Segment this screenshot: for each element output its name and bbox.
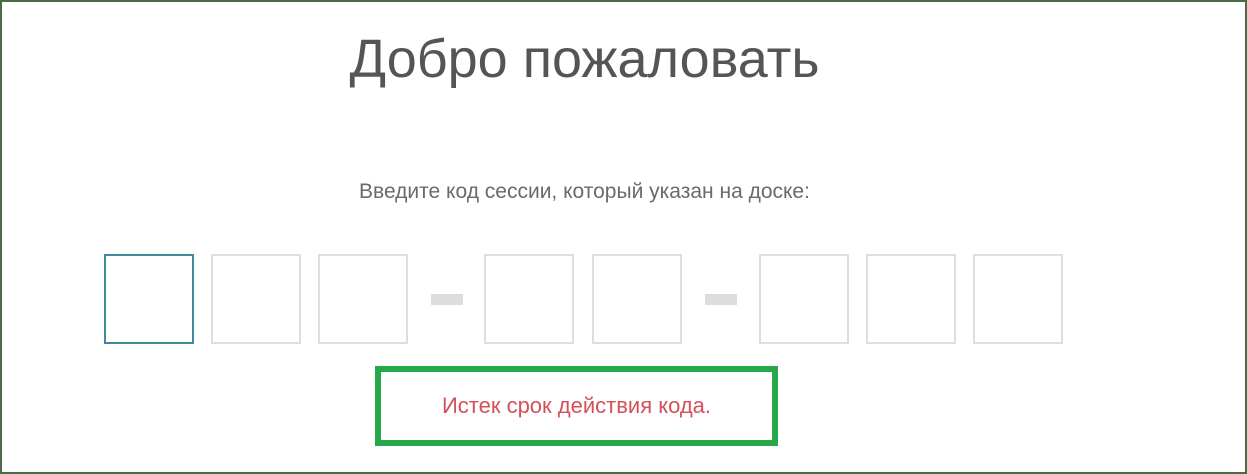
code-digit-7[interactable] <box>866 254 956 344</box>
code-digit-1[interactable] <box>104 254 194 344</box>
page-frame: Добро пожаловать Введите код сессии, кот… <box>0 0 1247 474</box>
code-separator-2 <box>705 294 737 305</box>
page-title: Добро пожаловать <box>349 29 820 89</box>
code-digit-3[interactable] <box>318 254 408 344</box>
code-digit-4[interactable] <box>484 254 574 344</box>
error-message: Истек срок действия кода. <box>441 393 712 418</box>
code-digit-6[interactable] <box>759 254 849 344</box>
code-digit-8[interactable] <box>973 254 1063 344</box>
session-code-prompt: Введите код сессии, который указан на до… <box>359 180 810 203</box>
error-highlight-box: Истек срок действия кода. <box>375 366 778 446</box>
code-digit-2[interactable] <box>211 254 301 344</box>
code-digit-5[interactable] <box>592 254 682 344</box>
code-separator-1 <box>431 294 463 305</box>
